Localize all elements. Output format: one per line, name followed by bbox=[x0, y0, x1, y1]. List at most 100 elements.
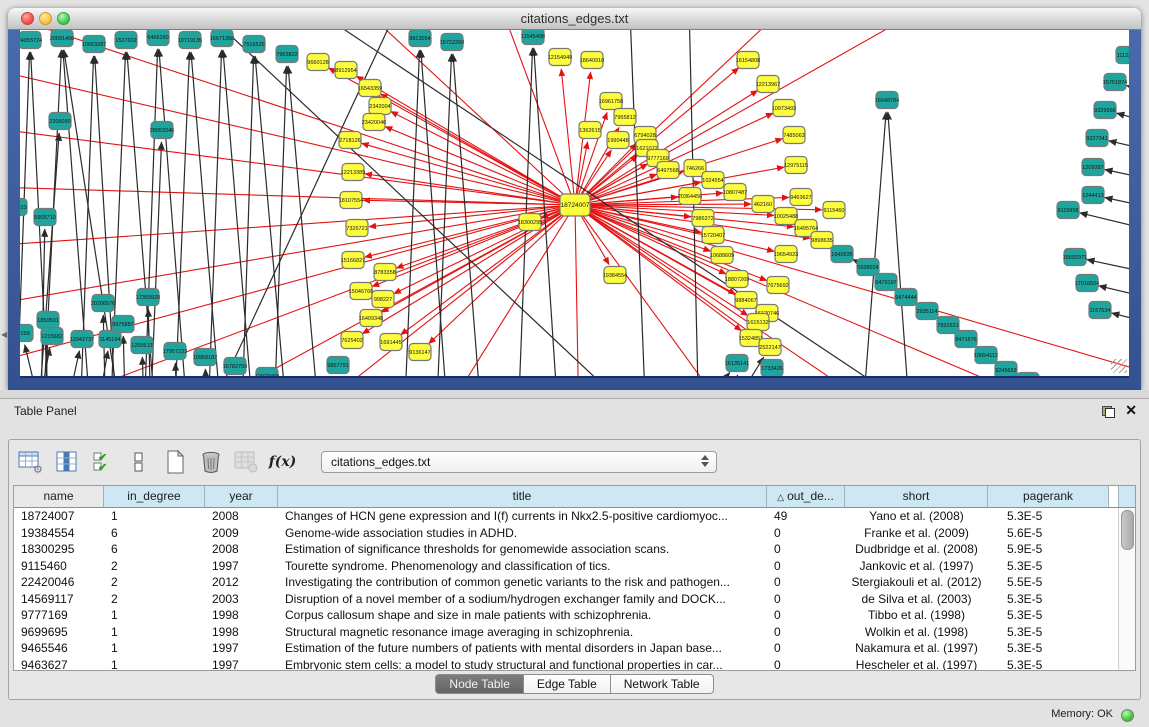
graph-node-label: 9115958 bbox=[1057, 208, 1078, 214]
svg-text:✔: ✔ bbox=[98, 462, 107, 474]
table-row[interactable]: 1938455462009Genome-wide association stu… bbox=[14, 525, 1119, 542]
row-height-icon[interactable] bbox=[125, 449, 152, 475]
table-cell-title: Disruption of a novel member of a sodium… bbox=[278, 591, 767, 608]
table-row[interactable]: 2242004622012Investigating the contribut… bbox=[14, 574, 1119, 591]
graph-edge-directed-black bbox=[402, 50, 420, 378]
panel-collapse-arrow-icon[interactable]: ◀ bbox=[1, 330, 7, 339]
function-icon[interactable]: f(x) bbox=[269, 449, 296, 475]
graph-node-label: 12923468 bbox=[255, 374, 279, 378]
table-cell-short: Franke et al. (2009) bbox=[845, 525, 988, 542]
graph-node[interactable] bbox=[256, 368, 278, 379]
float-panel-icon[interactable] bbox=[1102, 406, 1115, 418]
node-table: namein_degreeyeartitle△out_de...shortpag… bbox=[13, 485, 1136, 671]
table-cell-in_degree: 2 bbox=[104, 591, 205, 608]
graph-node-label: 19654923 bbox=[774, 252, 798, 258]
table-cell-name: 14569117 bbox=[14, 591, 104, 608]
column-header-year[interactable]: year bbox=[205, 486, 278, 507]
close-window-icon[interactable] bbox=[21, 12, 34, 25]
graph-node-label: 1215682 bbox=[41, 334, 62, 340]
table-cell-in_degree: 2 bbox=[104, 574, 205, 591]
resize-grip-icon[interactable] bbox=[1111, 359, 1127, 373]
column-header-name[interactable]: name bbox=[14, 486, 104, 507]
graph-node-label: 1112308 bbox=[1117, 53, 1129, 59]
table-cell-title: Estimation of the future numbers of pati… bbox=[278, 640, 767, 657]
column-header-short[interactable]: short bbox=[845, 486, 988, 507]
network-canvas[interactable]: 2405572420691406106532871527602646616010… bbox=[20, 30, 1129, 378]
graph-node-label: 2522147 bbox=[759, 345, 780, 351]
graph-edge-directed-black bbox=[338, 377, 342, 378]
graph-node-label: 28053346 bbox=[150, 128, 174, 134]
table-cell-name: 19384554 bbox=[14, 525, 104, 542]
table-vertical-scrollbar[interactable] bbox=[1118, 508, 1135, 670]
column-header-in_degree[interactable]: in_degree bbox=[104, 486, 205, 507]
import-table-icon[interactable] bbox=[233, 449, 260, 475]
graph-node-label: 12213389 bbox=[341, 170, 365, 176]
panel-title: Table Panel bbox=[14, 404, 77, 418]
table-row[interactable]: 946554611997Estimation of the future num… bbox=[14, 640, 1119, 657]
graph-node-label: 9898635 bbox=[811, 238, 832, 244]
table-header-row: namein_degreeyeartitle△out_de...shortpag… bbox=[14, 486, 1135, 508]
scrollbar-thumb[interactable] bbox=[1121, 510, 1134, 550]
table-cell-title: Structural magnetic resonance image aver… bbox=[278, 624, 767, 641]
table-row[interactable]: 1830029562008Estimation of significance … bbox=[14, 541, 1119, 558]
table-row[interactable]: 911546021997Tourette syndrome. Phenomeno… bbox=[14, 558, 1119, 575]
table-mode-icon[interactable]: ⚙ bbox=[17, 449, 44, 475]
table-cell-short: Hescheler et al. (1997) bbox=[845, 657, 988, 672]
table-row[interactable]: 1456911722003Disruption of a novel membe… bbox=[14, 591, 1119, 608]
table-cell-short: Wolkin et al. (1998) bbox=[845, 624, 988, 641]
graph-node-label: 746266 bbox=[686, 166, 704, 172]
table-cell-year: 2008 bbox=[205, 541, 278, 558]
close-panel-icon[interactable]: ✕ bbox=[1125, 402, 1137, 418]
delete-icon[interactable] bbox=[197, 449, 224, 475]
graph-edge-directed-black bbox=[142, 49, 158, 378]
graph-edge-directed-black bbox=[888, 112, 914, 378]
table-cell-title: Genome-wide association studies in ADHD. bbox=[278, 525, 767, 542]
graph-node-label: 15751874 bbox=[1103, 80, 1127, 86]
window-titlebar[interactable]: citations_edges.txt bbox=[8, 8, 1141, 30]
sort-ascending-icon: △ bbox=[777, 492, 784, 502]
table-cell-pagerank: 5.3E-5 bbox=[988, 558, 1109, 575]
table-cell-short: Nakamura et al. (1997) bbox=[845, 640, 988, 657]
graph-node-label: 9245652 bbox=[995, 368, 1016, 374]
graph-node[interactable] bbox=[1017, 373, 1039, 379]
table-cell-name: 18300295 bbox=[14, 541, 104, 558]
graph-node-label: 7485063 bbox=[783, 133, 804, 139]
graph-node-label: 10654112 bbox=[974, 353, 998, 359]
column-header-title[interactable]: title bbox=[278, 486, 767, 507]
graph-edge-directed-red bbox=[20, 205, 575, 378]
table-row[interactable]: 1872400712008Changes of HCN gene express… bbox=[14, 508, 1119, 525]
column-header-out_degree[interactable]: △out_de... bbox=[767, 486, 845, 507]
graph-node-label: 10719135 bbox=[178, 38, 202, 44]
table-cell-title: Estimation of significance thresholds fo… bbox=[278, 541, 767, 558]
new-column-icon[interactable] bbox=[161, 449, 188, 475]
graph-node-label: 15722260 bbox=[440, 40, 464, 46]
minimize-window-icon[interactable] bbox=[39, 12, 52, 25]
horizontal-splitter[interactable] bbox=[0, 390, 1149, 398]
graph-node-label: 1691445 bbox=[380, 340, 401, 346]
column-header-pagerank[interactable]: pagerank bbox=[988, 486, 1109, 507]
column-check-icon[interactable]: ✔ ✔ bbox=[89, 449, 116, 475]
table-select-dropdown[interactable]: citations_edges.txt bbox=[321, 451, 717, 473]
table-row[interactable]: 946362711997Embryonic stem cells: a mode… bbox=[14, 657, 1119, 672]
tab-network-table[interactable]: Network Table bbox=[611, 674, 714, 694]
table-cell-pagerank: 5.6E-5 bbox=[988, 525, 1109, 542]
table-toolbar: ⚙ ✔ ✔ bbox=[17, 445, 717, 479]
graph-node-label: 18807269 bbox=[725, 277, 749, 283]
graph-node-label: 1640935 bbox=[831, 252, 852, 258]
zoom-window-icon[interactable] bbox=[57, 12, 70, 25]
show-columns-icon[interactable] bbox=[53, 449, 80, 475]
graph-edge-directed-red bbox=[575, 205, 1129, 378]
tab-edge-table[interactable]: Edge Table bbox=[524, 674, 611, 694]
table-cell-year: 2012 bbox=[205, 574, 278, 591]
table-cell-pagerank: 5.3E-5 bbox=[988, 624, 1109, 641]
table-row[interactable]: 977716911998Corpus callosum shape and si… bbox=[14, 607, 1119, 624]
graph-node-label: 1362615 bbox=[579, 128, 600, 134]
memory-ok-icon[interactable] bbox=[1121, 709, 1134, 722]
graph-node-label: 2206050 bbox=[49, 119, 70, 125]
graph-node-label: 10807487 bbox=[723, 190, 747, 196]
tab-node-table[interactable]: Node Table bbox=[435, 674, 524, 694]
table-row[interactable]: 969969511998Structural magnetic resonanc… bbox=[14, 624, 1119, 641]
graph-edge-directed-red bbox=[561, 69, 575, 205]
graph-node-label: 1733426 bbox=[761, 366, 782, 372]
table-cell-name: 9115460 bbox=[14, 558, 104, 575]
